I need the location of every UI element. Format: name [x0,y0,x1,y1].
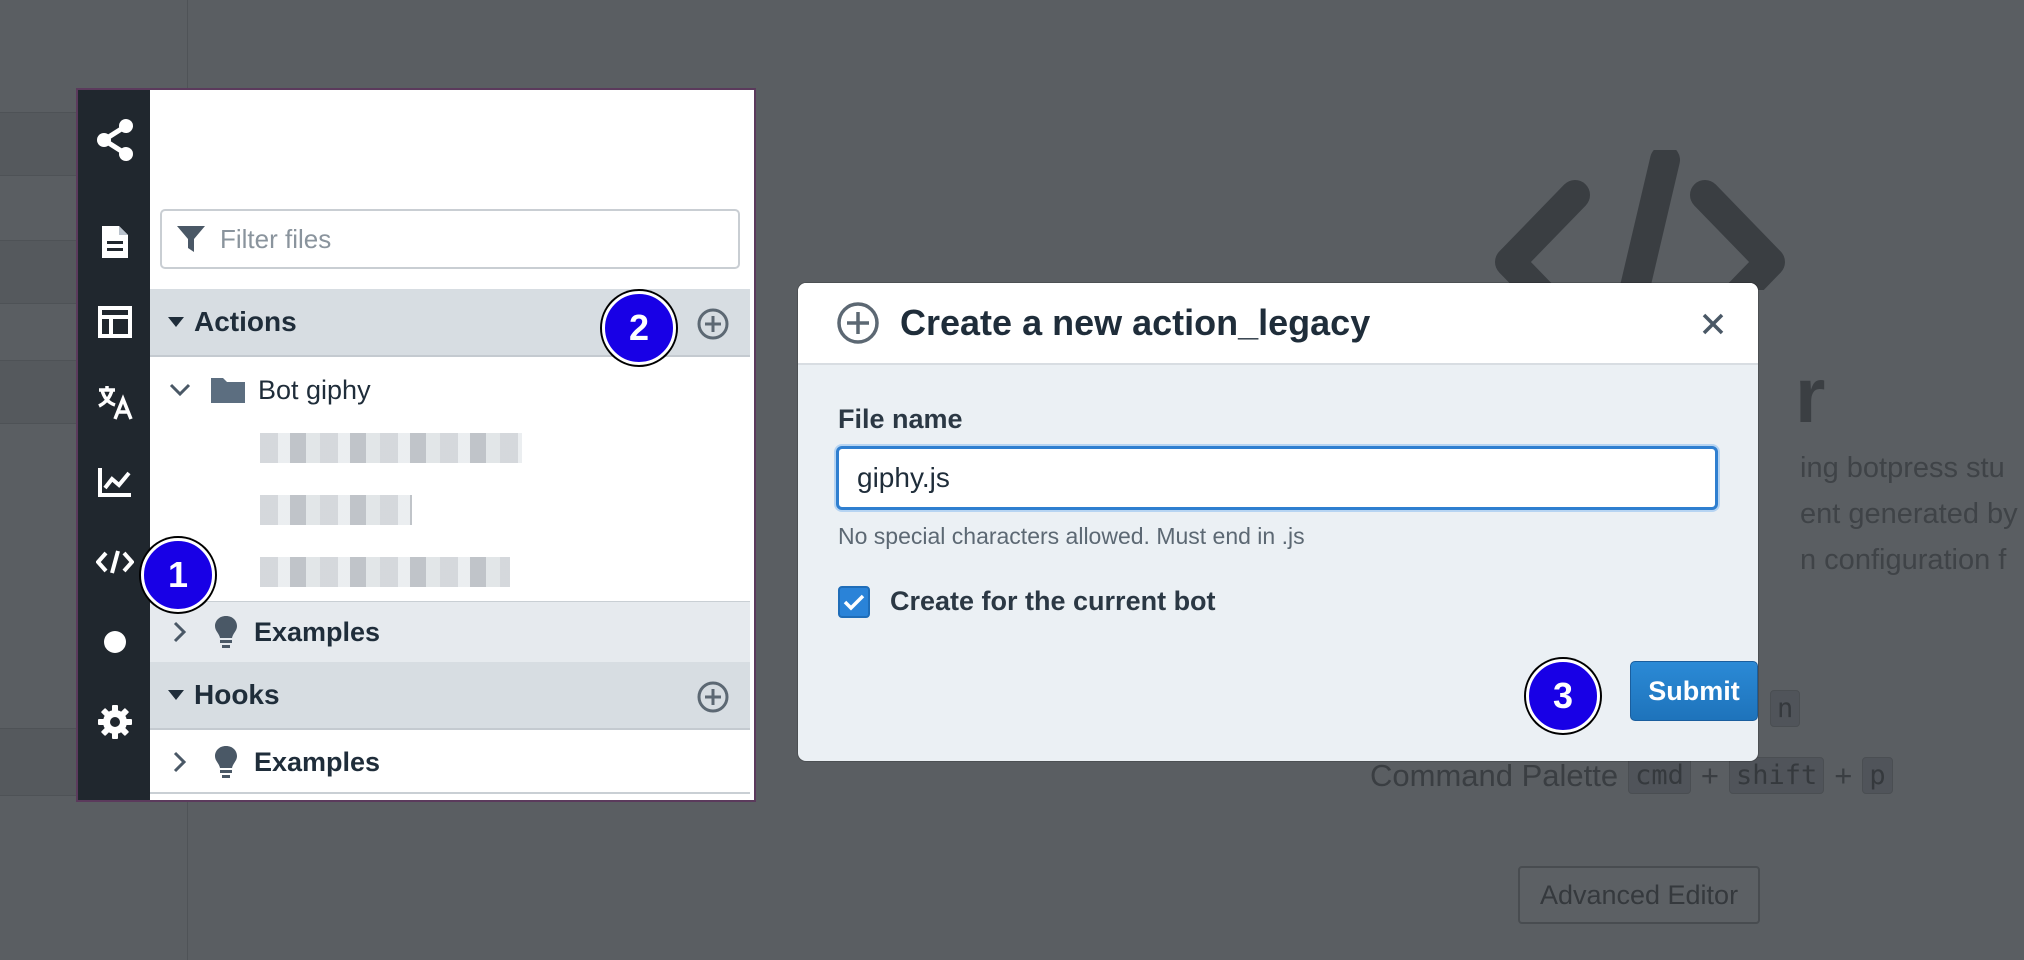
background-page-title: r [1795,351,1826,439]
background-shortcut-key: n [1770,690,1801,727]
command-palette-shortcut: Command Palette cmd + shift + p [1370,757,1893,794]
analytics-chart-icon[interactable] [78,460,152,504]
share-network-icon[interactable] [78,118,152,162]
redacted-file-item[interactable] [260,495,412,525]
add-action-plus-icon[interactable] [696,307,730,341]
lightbulb-icon [215,746,237,778]
translate-icon[interactable] [78,380,152,424]
bot-giphy-folder-label: Bot giphy [258,374,371,405]
circle-dot-icon[interactable] [78,620,152,664]
shortcut-plus: + [1700,757,1720,793]
step-marker-3: 3 [1526,659,1600,733]
folder-icon [211,378,245,403]
hooks-examples-label: Examples [254,746,381,777]
background-description-line: ent generated by [1800,498,2018,530]
bot-giphy-folder-row[interactable]: Bot giphy [150,361,750,419]
create-for-current-bot-label[interactable]: Create for the current bot [890,586,1216,617]
shortcut-key-shift: shift [1729,757,1825,794]
advanced-editor-button[interactable]: Advanced Editor [1518,866,1760,924]
file-name-label: File name [838,404,963,434]
main-sidebar [76,88,150,802]
actions-examples-label: Examples [254,616,381,647]
chevron-down-icon [169,383,191,397]
caret-down-icon [168,690,184,700]
redacted-file-item[interactable] [260,433,522,463]
caret-down-icon [168,317,184,327]
command-palette-label: Command Palette [1370,757,1619,793]
actions-section-title: Actions [194,306,297,337]
dialog-title: Create a new action_legacy [900,302,1371,343]
add-circle-icon [837,302,879,344]
hooks-section-title: Hooks [194,679,280,710]
file-name-help-text: No special characters allowed. Must end … [838,523,1305,549]
add-hook-plus-icon[interactable] [696,680,730,714]
dialog-header: Create a new action_legacy [798,283,1758,365]
chevron-right-icon [173,751,187,773]
layout-icon[interactable] [78,300,152,344]
lightbulb-icon [215,616,237,648]
close-icon[interactable] [1696,307,1730,341]
hooks-section-header[interactable]: Hooks [150,662,750,730]
filter-icon [177,226,205,252]
filter-files-input[interactable] [220,223,720,255]
create-for-current-bot-checkbox[interactable] [838,586,870,618]
actions-examples-row[interactable]: Examples [150,601,750,663]
chevron-right-icon [173,621,187,643]
step-marker-2: 2 [602,291,676,365]
file-name-input[interactable] [836,446,1718,510]
shortcut-key-p: p [1862,757,1893,794]
document-icon[interactable] [78,220,152,264]
checkmark-icon [843,594,865,611]
create-action-dialog: Create a new action_legacy File name No … [798,283,1758,761]
background-description-line: ing botpress stu [1800,452,2005,484]
filter-files-field[interactable] [160,209,740,269]
code-editor-logo-icon [1495,150,1785,290]
gear-icon[interactable] [78,700,152,744]
hooks-examples-row[interactable]: Examples [150,732,750,794]
step-marker-1: 1 [141,538,215,612]
shortcut-plus: + [1834,757,1853,793]
file-explorer-panel: Actions Bot giphy Examples Hooks [150,88,756,802]
background-description-line: n configuration f [1800,544,2007,576]
redacted-file-item[interactable] [260,557,510,587]
submit-button[interactable]: Submit [1630,661,1758,721]
shortcut-key-cmd: cmd [1628,757,1691,794]
